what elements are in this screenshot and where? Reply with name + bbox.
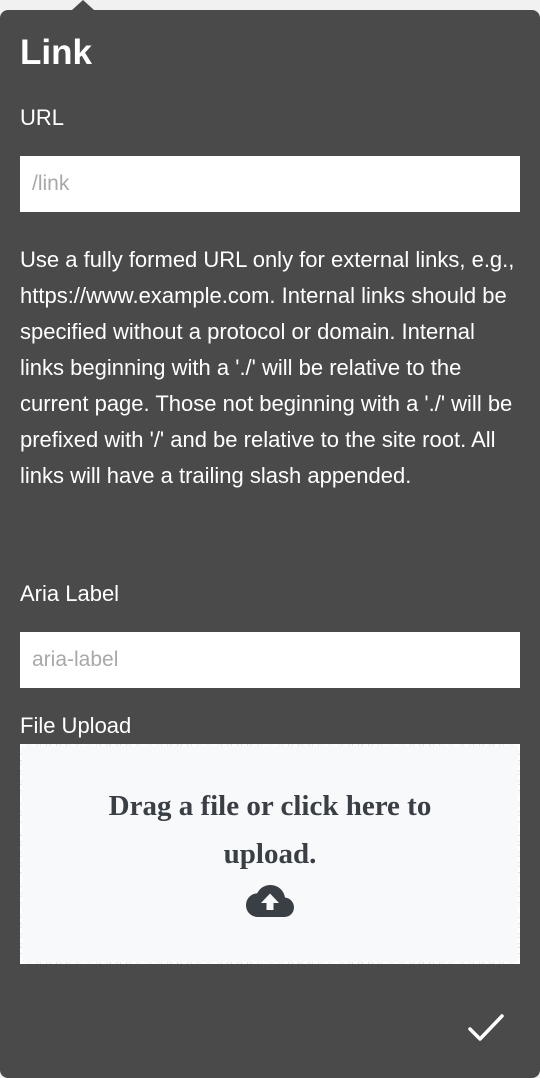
confirm-button[interactable] (466, 1008, 506, 1048)
file-upload-label: File Upload (20, 713, 132, 738)
checkmark-icon (468, 1014, 504, 1041)
aria-label-label: Aria Label (20, 581, 120, 606)
url-help-text: Use a fully formed URL only for external… (20, 247, 515, 488)
url-input[interactable] (20, 156, 520, 212)
cloud-upload-icon (245, 884, 295, 923)
popover-caret (72, 0, 94, 10)
url-label: URL (20, 105, 65, 130)
dropzone-text: Drag a file or click here to upload. (108, 790, 432, 870)
aria-label-input[interactable] (20, 632, 520, 688)
dialog-title: Link (20, 33, 92, 72)
file-upload-dropzone[interactable]: Drag a file or click here to upload. (20, 744, 520, 964)
